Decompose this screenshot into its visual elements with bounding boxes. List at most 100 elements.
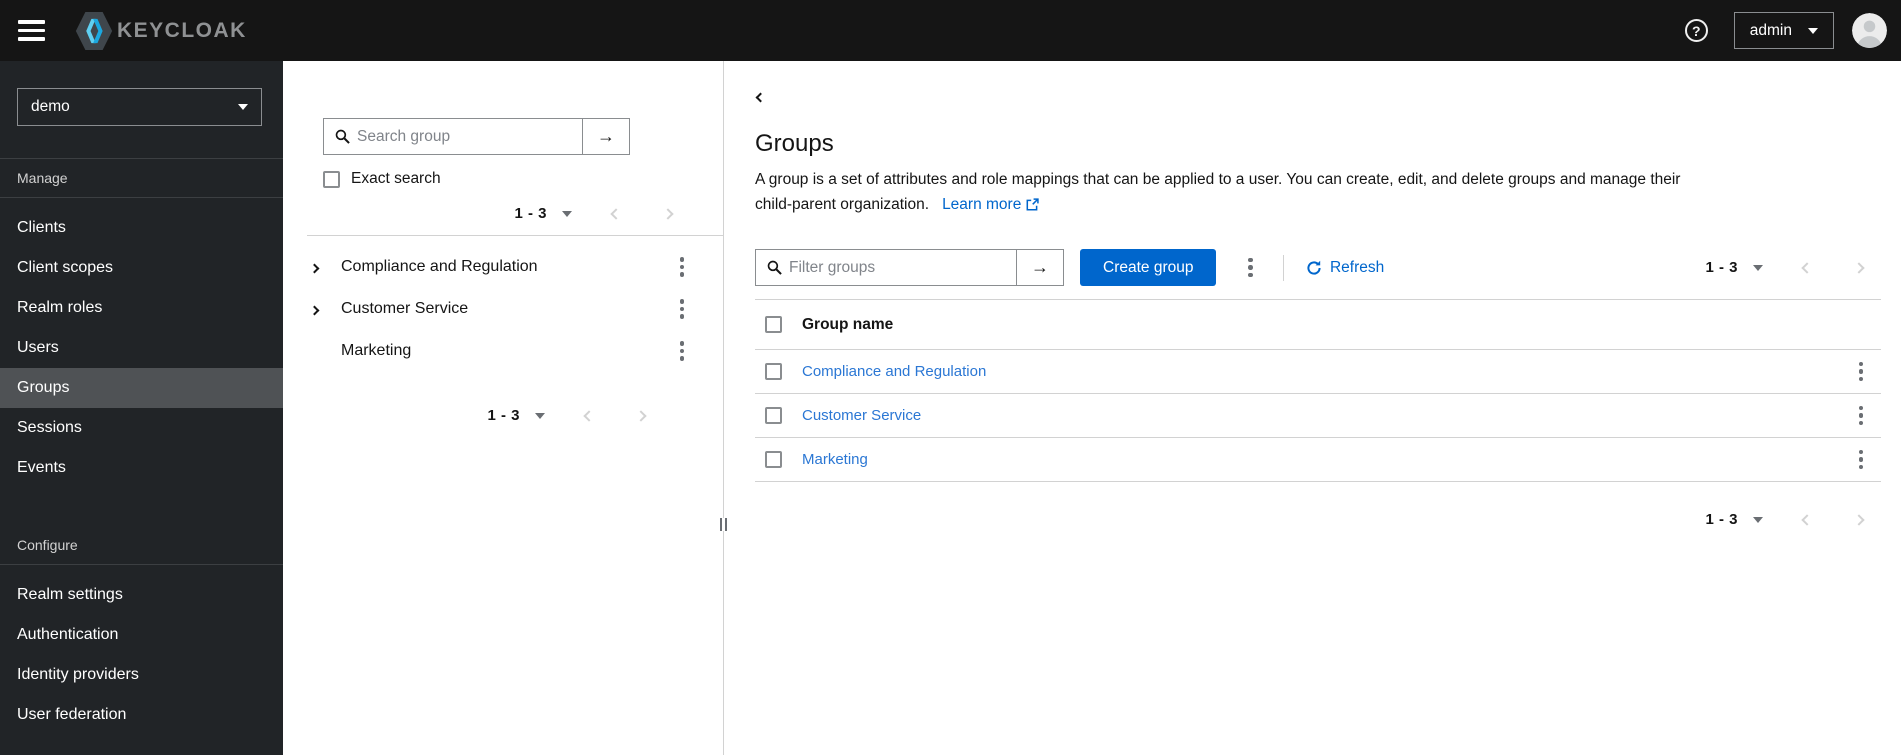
filter-submit-button[interactable]: → bbox=[1016, 250, 1063, 285]
pagination-next-button[interactable] bbox=[633, 408, 649, 424]
tree-divider bbox=[307, 235, 723, 236]
page-title: Groups bbox=[755, 130, 834, 157]
expand-toggle-icon[interactable] bbox=[307, 260, 337, 275]
realm-selector[interactable]: demo bbox=[17, 88, 262, 126]
page-description: A group is a set of attributes and role … bbox=[755, 167, 1881, 217]
tree-pagination-bottom: 1 - 3 bbox=[283, 407, 723, 424]
sidebar-item-client-scopes[interactable]: Client scopes bbox=[0, 248, 283, 288]
refresh-button[interactable]: Refresh bbox=[1306, 259, 1384, 277]
group-name[interactable]: Customer Service bbox=[341, 300, 468, 318]
expand-toggle-icon[interactable] bbox=[307, 302, 337, 317]
pagination-next-button[interactable] bbox=[660, 206, 676, 222]
kebab-menu-icon[interactable] bbox=[674, 337, 691, 365]
row-kebab-menu-icon[interactable] bbox=[1853, 402, 1870, 430]
help-icon[interactable]: ? bbox=[1684, 19, 1708, 42]
groups-toolbar: → Create group Refresh 1 - 3 bbox=[755, 249, 1881, 286]
table-row: Customer Service bbox=[755, 394, 1881, 438]
chevron-left-icon bbox=[1801, 261, 1813, 274]
sidebar-item-realm-settings[interactable]: Realm settings bbox=[0, 575, 283, 615]
refresh-label: Refresh bbox=[1329, 258, 1385, 276]
chevron-down-icon bbox=[1808, 27, 1818, 34]
table-row: Marketing bbox=[755, 438, 1881, 482]
pagination-range: 1 - 3 bbox=[487, 407, 520, 424]
tree-row: Customer Service bbox=[283, 288, 723, 330]
kebab-menu-icon[interactable] bbox=[674, 253, 691, 281]
row-kebab-menu-icon[interactable] bbox=[1853, 446, 1870, 474]
exact-search-checkbox[interactable] bbox=[323, 170, 340, 188]
toolbar-separator bbox=[1282, 254, 1284, 281]
top-bar: KEYCLOAK ? admin bbox=[0, 0, 1901, 61]
create-group-button[interactable]: Create group bbox=[1080, 249, 1217, 286]
groups-table: Group name Compliance and Regulation Cus… bbox=[755, 299, 1881, 482]
pagination-prev-button[interactable] bbox=[1799, 260, 1815, 276]
avatar[interactable] bbox=[1852, 13, 1887, 48]
group-name[interactable]: Marketing bbox=[341, 342, 411, 360]
configure-nav-list: Realm settings Authentication Identity p… bbox=[0, 565, 283, 745]
row-checkbox[interactable] bbox=[765, 407, 782, 424]
nav-section-manage: Manage bbox=[0, 158, 283, 198]
row-checkbox[interactable] bbox=[765, 363, 782, 380]
user-menu-dropdown[interactable]: admin bbox=[1733, 12, 1834, 49]
chevron-right-icon bbox=[1853, 261, 1865, 274]
hamburger-menu-icon[interactable] bbox=[18, 18, 45, 43]
pagination-prev-button[interactable] bbox=[608, 206, 624, 222]
keycloak-hexagon-icon bbox=[75, 10, 113, 52]
row-checkbox[interactable] bbox=[765, 451, 782, 468]
sidebar-item-user-federation[interactable]: User federation bbox=[0, 695, 283, 735]
exact-search-option: Exact search bbox=[323, 170, 723, 188]
groups-main-panel: Groups A group is a set of attributes an… bbox=[724, 61, 1901, 755]
pagination-options-toggle[interactable] bbox=[562, 210, 572, 217]
table-pagination-top: 1 - 3 bbox=[1705, 259, 1867, 276]
search-group-input[interactable] bbox=[357, 119, 582, 154]
pagination-next-button[interactable] bbox=[1851, 512, 1867, 528]
exact-search-label: Exact search bbox=[351, 170, 441, 187]
kebab-menu-icon[interactable] bbox=[674, 295, 691, 323]
collapse-panel-button[interactable] bbox=[755, 92, 766, 103]
sidebar-item-identity-providers[interactable]: Identity providers bbox=[0, 655, 283, 695]
group-link[interactable]: Customer Service bbox=[802, 407, 921, 424]
chevron-down-icon bbox=[238, 104, 248, 110]
panel-resize-handle[interactable] bbox=[720, 518, 727, 531]
filter-groups-input[interactable] bbox=[789, 250, 1016, 285]
search-icon bbox=[756, 250, 789, 285]
group-name[interactable]: Compliance and Regulation bbox=[341, 258, 538, 276]
table-row: Compliance and Regulation bbox=[755, 350, 1881, 394]
chevron-left-icon bbox=[583, 409, 595, 422]
pagination-range: 1 - 3 bbox=[514, 205, 547, 222]
sidebar-item-clients[interactable]: Clients bbox=[0, 208, 283, 248]
select-all-checkbox[interactable] bbox=[765, 316, 782, 333]
search-submit-button[interactable]: → bbox=[582, 119, 629, 154]
realm-selected-label: demo bbox=[31, 98, 70, 115]
brand-text: KEYCLOAK bbox=[117, 18, 247, 42]
description-line-1: A group is a set of attributes and role … bbox=[755, 171, 1681, 188]
group-link[interactable]: Compliance and Regulation bbox=[802, 363, 986, 380]
keycloak-logo: KEYCLOAK bbox=[75, 10, 247, 52]
row-kebab-menu-icon[interactable] bbox=[1853, 358, 1870, 386]
groups-tree: Compliance and Regulation Customer Servi… bbox=[283, 246, 723, 372]
tree-row: Marketing bbox=[283, 330, 723, 372]
sidebar-item-sessions[interactable]: Sessions bbox=[0, 408, 283, 448]
refresh-icon bbox=[1306, 260, 1322, 276]
pagination-prev-button[interactable] bbox=[1799, 512, 1815, 528]
tree-pagination-top: 1 - 3 bbox=[283, 205, 723, 222]
table-pagination-bottom: 1 - 3 bbox=[755, 511, 1867, 528]
toolbar-kebab-menu-icon[interactable] bbox=[1242, 254, 1259, 282]
sidebar-item-realm-roles[interactable]: Realm roles bbox=[0, 288, 283, 328]
pagination-range: 1 - 3 bbox=[1705, 511, 1738, 528]
external-link-icon bbox=[1026, 198, 1040, 211]
column-header-group-name: Group name bbox=[802, 315, 894, 333]
chevron-left-icon bbox=[755, 92, 766, 103]
sidebar-item-users[interactable]: Users bbox=[0, 328, 283, 368]
group-link[interactable]: Marketing bbox=[802, 451, 868, 468]
sidebar-item-events[interactable]: Events bbox=[0, 448, 283, 488]
pagination-next-button[interactable] bbox=[1851, 260, 1867, 276]
sidebar-item-groups[interactable]: Groups bbox=[0, 368, 283, 408]
pagination-options-toggle[interactable] bbox=[1753, 264, 1763, 271]
pagination-prev-button[interactable] bbox=[581, 408, 597, 424]
chevron-right-icon bbox=[1853, 513, 1865, 526]
sidebar-item-authentication[interactable]: Authentication bbox=[0, 615, 283, 655]
pagination-options-toggle[interactable] bbox=[1753, 516, 1763, 523]
pagination-options-toggle[interactable] bbox=[535, 412, 545, 419]
filter-box: → bbox=[755, 249, 1064, 286]
learn-more-link[interactable]: Learn more bbox=[942, 192, 1040, 217]
